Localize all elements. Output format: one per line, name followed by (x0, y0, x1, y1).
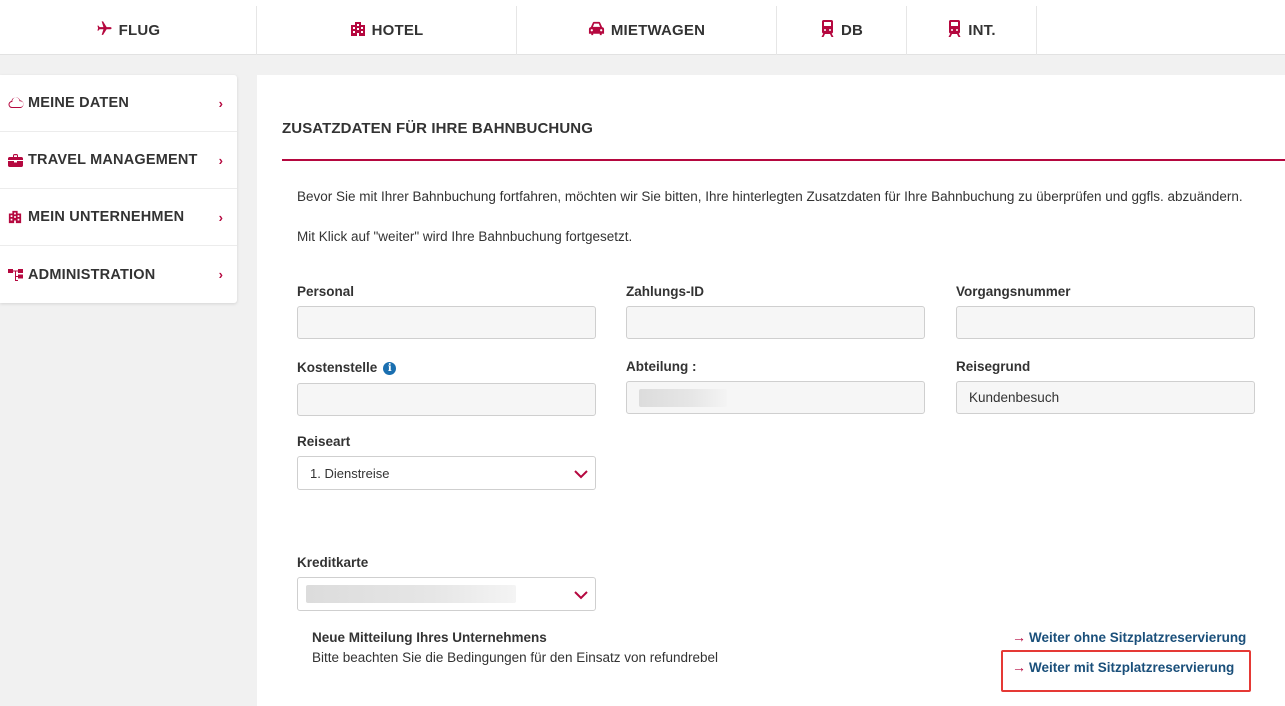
tab-flug-label: FLUG (118, 22, 161, 39)
briefcase-icon (8, 153, 26, 167)
arrow-right-icon: → (1012, 629, 1026, 645)
cloud-icon (8, 96, 26, 110)
building-icon (350, 21, 366, 41)
redacted-value (306, 585, 516, 603)
abteilung-label: Abteilung : (626, 359, 697, 374)
tab-hotel-label: HOTEL (371, 22, 424, 39)
kostenstelle-label: Kostenstelle i (297, 360, 397, 375)
tab-mietwagen-label: MIETWAGEN (610, 22, 706, 39)
sidebar-item-administration[interactable]: ADMINISTRATION › (0, 246, 237, 303)
tab-int[interactable]: INT. (907, 6, 1037, 55)
sidebar-item-label: TRAVEL MANAGEMENT (28, 152, 198, 168)
message-body: Bitte beachten Sie die Bedingungen für d… (312, 650, 719, 665)
tab-db-label: DB (840, 22, 864, 39)
sidebar-item-travel-management[interactable]: TRAVEL MANAGEMENT › (0, 132, 237, 189)
zahlungs-id-field[interactable] (626, 306, 925, 339)
intro-continue-text: Mit Klick auf "weiter" wird Ihre Bahnbuc… (297, 229, 633, 244)
tab-flug[interactable]: FLUG (0, 6, 257, 55)
zahlungs-id-label: Zahlungs-ID (626, 284, 704, 299)
sidebar-item-label: MEINE DATEN (28, 95, 130, 111)
reiseart-label: Reiseart (297, 434, 351, 449)
sidebar-item-label: ADMINISTRATION (28, 266, 156, 283)
continue-without-seat-label: Weiter ohne Sitzplatzreservierung (1029, 629, 1247, 645)
kostenstelle-field[interactable] (297, 383, 596, 416)
building-icon (8, 210, 26, 224)
kreditkarte-label: Kreditkarte (297, 555, 369, 570)
plane-icon (96, 20, 113, 41)
title-divider (282, 159, 1285, 161)
top-navigation: FLUG HOTEL MIETWAGEN DB INT. (0, 6, 1285, 55)
info-icon[interactable]: i (383, 362, 397, 375)
tab-db[interactable]: DB (777, 6, 907, 55)
sidebar: MEINE DATEN › TRAVEL MANAGEMENT › MEIN U… (0, 75, 237, 303)
reiseart-selected-value: 1. Dienstreise (310, 465, 390, 481)
org-chart-icon (8, 268, 26, 282)
tab-mietwagen[interactable]: MIETWAGEN (517, 6, 777, 55)
reisegrund-label: Reisegrund (956, 359, 1031, 374)
vorgangsnummer-label: Vorgangsnummer (956, 284, 1071, 299)
train-icon (820, 20, 835, 41)
train-icon (947, 20, 962, 41)
kreditkarte-select[interactable] (297, 577, 596, 611)
main-panel: ZUSATZDATEN FÜR IHRE BAHNBUCHUNG Bevor S… (257, 75, 1285, 706)
tab-int-label: INT. (968, 22, 996, 39)
kostenstelle-label-text: Kostenstelle (297, 360, 378, 375)
chevron-down-icon (573, 466, 589, 485)
vorgangsnummer-field[interactable] (956, 306, 1255, 339)
reiseart-select[interactable]: 1. Dienstreise (297, 456, 596, 490)
chevron-right-icon: › (218, 152, 223, 168)
chevron-right-icon: › (218, 267, 223, 282)
personal-field[interactable] (297, 306, 596, 339)
sidebar-item-label: MEIN UNTERNEHMEN (28, 209, 185, 225)
highlight-box (1001, 650, 1251, 692)
chevron-down-icon (573, 587, 589, 606)
intro-text: Bevor Sie mit Ihrer Bahnbuchung fortfahr… (297, 189, 1243, 204)
sidebar-item-mein-unternehmen[interactable]: MEIN UNTERNEHMEN › (0, 189, 237, 246)
page-title: ZUSATZDATEN FÜR IHRE BAHNBUCHUNG (282, 120, 593, 137)
abteilung-field[interactable] (626, 381, 925, 414)
redacted-value (639, 388, 727, 407)
reisegrund-field[interactable]: Kundenbesuch (956, 381, 1255, 414)
chevron-right-icon: › (218, 209, 223, 225)
tab-hotel[interactable]: HOTEL (257, 6, 517, 55)
continue-without-seat-link[interactable]: → Weiter ohne Sitzplatzreservierung (1012, 629, 1246, 645)
sidebar-item-meine-daten[interactable]: MEINE DATEN › (0, 75, 237, 132)
personal-label: Personal (297, 284, 355, 299)
message-title: Neue Mitteilung Ihres Unternehmens (312, 630, 547, 645)
chevron-right-icon: › (218, 95, 223, 111)
car-icon (588, 21, 605, 40)
